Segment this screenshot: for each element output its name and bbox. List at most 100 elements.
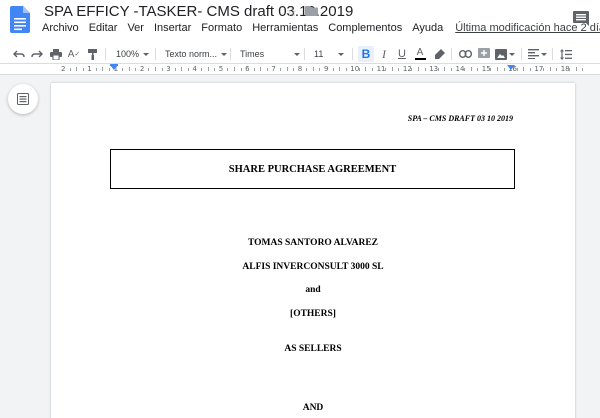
spellcheck-icon[interactable]: A ✓ — [67, 46, 81, 62]
docs-logo-icon[interactable] — [10, 6, 30, 33]
bold-button[interactable]: B — [358, 46, 374, 62]
ruler-tick — [155, 67, 157, 71]
menu-archivo[interactable]: Archivo — [42, 22, 79, 40]
style-value: Texto norm... — [165, 49, 218, 59]
menu-ayuda[interactable]: Ayuda — [412, 22, 443, 40]
menu-herramientas[interactable]: Herramientas — [252, 22, 318, 40]
ruler-tick — [187, 68, 189, 71]
ruler-tick — [76, 67, 78, 71]
ruler-tick — [148, 68, 150, 71]
font-size-select[interactable]: 11 — [314, 46, 344, 62]
star-icon[interactable]: ☆ — [286, 4, 298, 20]
ruler-tick — [69, 68, 71, 71]
paint-format-icon[interactable] — [86, 46, 100, 62]
ruler-tick — [201, 68, 203, 71]
ruler-tick — [161, 68, 163, 71]
ruler-tick — [279, 68, 281, 71]
ruler-tick — [233, 67, 235, 71]
party-line[interactable]: TOMAS SANTORO ALVAREZ — [51, 238, 575, 248]
ruler[interactable]: 2 1 1 2 3 4 5 6 7 8 9 10 11 12 13 14 15 16 17 18 — [0, 64, 600, 75]
menu-formato[interactable]: Formato — [201, 22, 242, 40]
align-left-icon[interactable] — [527, 46, 547, 62]
redo-icon[interactable] — [30, 46, 44, 62]
party-line[interactable]: ALFIS INVERCONSULT 3000 SL — [51, 262, 575, 272]
menu-insertar[interactable]: Insertar — [154, 22, 191, 40]
document-heading[interactable]: SHARE PURCHASE AGREEMENT — [229, 164, 396, 175]
highlight-icon[interactable] — [432, 46, 446, 62]
insert-image-icon[interactable] — [495, 46, 515, 62]
left-indent-handle[interactable] — [110, 65, 118, 70]
add-comment-icon[interactable] — [477, 46, 491, 62]
page-header[interactable]: SPA – CMS DRAFT 03 10 2019 — [408, 114, 513, 123]
ruler-tick — [529, 68, 531, 71]
ruler-number: 11 — [376, 65, 386, 73]
document-page[interactable]: SPA – CMS DRAFT 03 10 2019 SHARE PURCHAS… — [51, 83, 575, 418]
ruler-tick — [496, 67, 498, 71]
menu-ver[interactable]: Ver — [127, 22, 144, 40]
underline-button[interactable]: U — [395, 46, 409, 62]
link-icon[interactable] — [458, 46, 472, 62]
ruler-tick — [135, 68, 137, 71]
ruler-tick — [411, 68, 413, 71]
ruler-tick — [128, 67, 130, 71]
ruler-tick — [470, 67, 472, 71]
last-edit-link[interactable]: Última modificación hace 2 días ... — [455, 22, 600, 40]
ruler-number: 8 — [297, 65, 303, 73]
right-indent-handle[interactable] — [507, 65, 515, 70]
toolbar-separator — [521, 48, 522, 60]
ruler-number: 2 — [61, 65, 66, 73]
ruler-number: 18 — [560, 65, 570, 73]
ruler-tick — [398, 68, 400, 71]
ruler-tick — [207, 67, 209, 71]
party-line[interactable]: [OTHERS] — [51, 309, 575, 319]
menu-complementos[interactable]: Complementos — [328, 22, 402, 40]
italic-button[interactable]: I — [377, 46, 391, 62]
folder-icon[interactable] — [305, 6, 318, 16]
menu-editar[interactable]: Editar — [89, 22, 118, 40]
ruler-tick — [365, 67, 367, 71]
ruler-number: 2 — [139, 65, 145, 73]
ruler-tick — [266, 68, 268, 71]
ruler-tick — [477, 68, 479, 71]
ruler-tick — [214, 68, 216, 71]
text-color-button[interactable]: A — [413, 46, 427, 62]
ruler-tick — [582, 68, 584, 71]
undo-icon[interactable] — [12, 46, 26, 62]
ruler-tick — [174, 68, 176, 71]
ruler-tick — [260, 67, 262, 71]
ruler-tick — [385, 68, 387, 71]
party-line[interactable]: AS SELLERS — [51, 344, 575, 354]
title-box[interactable]: SHARE PURCHASE AGREEMENT — [110, 149, 515, 189]
ruler-tick — [444, 67, 446, 71]
print-icon[interactable] — [49, 46, 63, 62]
ruler-number: 3 — [166, 65, 171, 73]
zoom-select[interactable]: 100% — [116, 46, 150, 62]
toolbar-separator — [451, 48, 452, 60]
chevron-down-icon — [540, 52, 547, 56]
ruler-tick — [575, 67, 577, 71]
ruler-tick — [82, 68, 84, 71]
ruler-tick — [516, 68, 518, 71]
font-select[interactable]: Times — [240, 46, 300, 62]
ruler-tick — [286, 67, 288, 71]
document-outline-button[interactable] — [8, 84, 38, 114]
ruler-tick — [503, 68, 505, 71]
ruler-tick — [95, 68, 97, 71]
outline-icon — [17, 93, 29, 105]
toolbar-separator — [230, 48, 231, 60]
style-select[interactable]: Texto norm... — [165, 46, 228, 62]
toolbar-separator — [304, 48, 305, 60]
toolbar-separator — [352, 48, 353, 60]
ruler-tick — [556, 68, 558, 71]
party-line[interactable]: and — [51, 285, 575, 295]
toolbar-separator — [155, 48, 156, 60]
ruler-tick — [332, 68, 334, 71]
ruler-tick — [181, 67, 183, 71]
toolbar: A ✓ 100% Texto norm... Times 11 B I U A — [0, 44, 600, 64]
ruler-tick — [253, 68, 255, 71]
ruler-number: 17 — [534, 65, 544, 73]
ruler-tick — [345, 68, 347, 71]
party-line[interactable]: AND — [51, 403, 575, 413]
menu-bar: Archivo Editar Ver Insertar Formato Herr… — [42, 22, 600, 40]
line-spacing-icon[interactable] — [559, 46, 573, 62]
